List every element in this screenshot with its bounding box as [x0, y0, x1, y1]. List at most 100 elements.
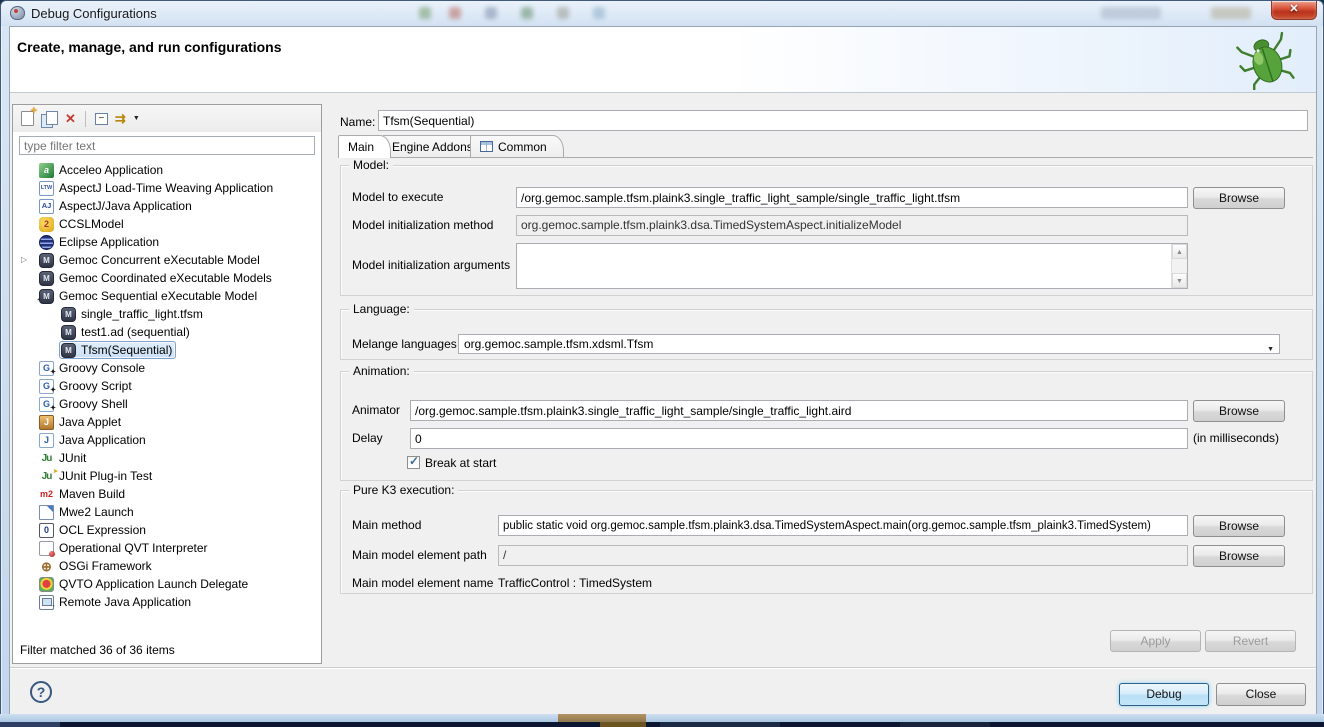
- break-at-start-checkbox[interactable]: ✓: [407, 456, 420, 469]
- debug-bug-image: [1234, 30, 1298, 90]
- model-to-execute-label: Model to execute: [352, 190, 443, 204]
- tree-item-label: Gemoc Sequential eXecutable Model: [59, 287, 257, 305]
- config-tree: a Acceleo Application LTW AspectJ Load-T…: [13, 161, 321, 613]
- help-button[interactable]: ?: [30, 681, 52, 703]
- model-to-execute-input[interactable]: [516, 187, 1188, 208]
- tree-item[interactable]: M test1.ad (sequential): [13, 323, 321, 341]
- model-browse-button[interactable]: Browse: [1193, 187, 1285, 209]
- pure-k3-group: Pure K3 execution: Main method Browse Ma…: [340, 490, 1313, 594]
- tab-common[interactable]: Common: [470, 135, 564, 157]
- dialog-footer: ? Debug Close: [10, 667, 1316, 715]
- menu-dropdown-icon[interactable]: ▼: [133, 111, 140, 127]
- blurred-taskbar-item: [558, 714, 646, 722]
- model-group: Model: Model to execute Browse Model ini…: [340, 165, 1313, 296]
- revert-button[interactable]: Revert: [1205, 630, 1296, 652]
- tree-item-label: AspectJ Load-Time Weaving Application: [59, 179, 273, 197]
- delete-configuration-icon[interactable]: ✕: [65, 111, 76, 127]
- tree-item[interactable]: M Gemoc Coordinated eXecutable Models: [13, 269, 321, 287]
- tree-item-label: OSGi Framework: [59, 557, 152, 575]
- break-at-start-label: Break at start: [425, 456, 496, 470]
- delay-label: Delay: [352, 431, 383, 445]
- window-titlebar[interactable]: Debug Configurations ✕: [1, 1, 1323, 26]
- tree-item-label: Operational QVT Interpreter: [59, 539, 208, 557]
- tree-item[interactable]: J Java Application: [13, 431, 321, 449]
- debug-button[interactable]: Debug: [1119, 683, 1209, 706]
- mwe2-launch-icon: [39, 505, 54, 520]
- args-scrollbar[interactable]: ▲ ▼: [1171, 244, 1187, 288]
- gemoc-icon: M: [61, 307, 76, 322]
- close-button[interactable]: Close: [1216, 683, 1306, 706]
- gemoc-icon: M: [39, 253, 54, 268]
- tree-item-label: AspectJ/Java Application: [59, 197, 192, 215]
- tree-item[interactable]: ◢ M Gemoc Sequential eXecutable Model: [13, 287, 321, 305]
- tree-item[interactable]: Ju JUnit: [13, 449, 321, 467]
- filter-input[interactable]: [19, 136, 315, 155]
- main-method-browse-button[interactable]: Browse: [1193, 515, 1285, 537]
- animation-group-title: Animation:: [349, 364, 414, 378]
- tree-item[interactable]: M Tfsm(Sequential): [13, 341, 321, 359]
- window-close-button[interactable]: ✕: [1271, 1, 1317, 20]
- tree-item[interactable]: AJ AspectJ/Java Application: [13, 197, 321, 215]
- tree-item[interactable]: Mwe2 Launch: [13, 503, 321, 521]
- tree-item-label: OCL Expression: [59, 521, 146, 539]
- aspectj-java-icon: AJ: [39, 199, 54, 214]
- tree-item[interactable]: 2 CCSLModel: [13, 215, 321, 233]
- blurred-background-icon: [1211, 7, 1251, 19]
- main-model-element-path-field: /: [498, 545, 1188, 566]
- tree-item-label: test1.ad (sequential): [81, 323, 190, 341]
- scrollbar-down-icon[interactable]: ▼: [1172, 273, 1187, 288]
- ocl-expression-icon: 0: [39, 523, 54, 538]
- model-init-args-textarea[interactable]: ▲ ▼: [516, 243, 1188, 289]
- tree-item[interactable]: 0 OCL Expression: [13, 521, 321, 539]
- delay-input[interactable]: [410, 428, 1188, 449]
- tree-expander-icon[interactable]: ▷: [21, 251, 35, 269]
- duplicate-configuration-icon[interactable]: [41, 111, 58, 127]
- tree-item-label: JUnit Plug-in Test: [59, 467, 152, 485]
- main-method-label: Main method: [352, 518, 421, 532]
- junit-plugin-test-icon: Ju: [39, 469, 54, 484]
- model-init-method-field: org.gemoc.sample.tfsm.plaink3.dsa.TimedS…: [516, 215, 1188, 236]
- main-method-input[interactable]: [498, 515, 1188, 536]
- java-applet-icon: J: [39, 415, 54, 430]
- tree-item[interactable]: Ju JUnit Plug-in Test: [13, 467, 321, 485]
- tab-main[interactable]: Main: [338, 135, 391, 158]
- animator-browse-button[interactable]: Browse: [1193, 400, 1285, 422]
- filter-configurations-icon[interactable]: ⇉: [115, 111, 126, 127]
- eclipse-icon: [39, 235, 54, 250]
- apply-button[interactable]: Apply: [1110, 630, 1201, 652]
- common-tab-icon: [480, 141, 493, 152]
- melange-languages-combobox[interactable]: org.gemoc.sample.tfsm.xdsml.Tfsm ▼: [458, 334, 1280, 354]
- tree-item[interactable]: LTW AspectJ Load-Time Weaving Applicatio…: [13, 179, 321, 197]
- scrollbar-up-icon[interactable]: ▲: [1172, 244, 1187, 259]
- tree-item[interactable]: m2 Maven Build: [13, 485, 321, 503]
- tree-item-label: Java Application: [59, 431, 146, 449]
- gemoc-icon: M: [61, 325, 76, 340]
- tree-item[interactable]: G Groovy Script: [13, 377, 321, 395]
- dialog-bug-icon: [10, 6, 25, 20]
- tree-item[interactable]: Operational QVT Interpreter: [13, 539, 321, 557]
- element-path-browse-button[interactable]: Browse: [1193, 545, 1285, 567]
- blurred-background-icon: [485, 7, 497, 19]
- animator-input[interactable]: [410, 400, 1188, 421]
- tree-item[interactable]: Eclipse Application: [13, 233, 321, 251]
- tree-item[interactable]: J Java Applet: [13, 413, 321, 431]
- ccsl-model-icon: 2: [39, 217, 54, 232]
- tree-item[interactable]: G Groovy Shell: [13, 395, 321, 413]
- tree-item[interactable]: ⊕ OSGi Framework: [13, 557, 321, 575]
- tree-item[interactable]: QVTO Application Launch Delegate: [13, 575, 321, 593]
- combo-arrow-icon: ▼: [1267, 341, 1274, 354]
- tree-item[interactable]: a Acceleo Application: [13, 161, 321, 179]
- tree-item[interactable]: Remote Java Application: [13, 593, 321, 611]
- blurred-background-icon: [419, 7, 431, 19]
- groovy-script-icon: G: [39, 379, 54, 394]
- tree-item[interactable]: ▷ M Gemoc Concurrent eXecutable Model: [13, 251, 321, 269]
- taskbar-strip: [0, 722, 1324, 727]
- tree-item[interactable]: G Groovy Console: [13, 359, 321, 377]
- name-input[interactable]: [378, 110, 1308, 131]
- tree-item-label: Gemoc Coordinated eXecutable Models: [59, 269, 272, 287]
- collapse-all-icon[interactable]: −: [95, 113, 108, 125]
- tree-item-label: Eclipse Application: [59, 233, 159, 251]
- new-launch-configuration-icon[interactable]: [21, 111, 34, 126]
- tree-item-label: Groovy Shell: [59, 395, 128, 413]
- tree-item[interactable]: M single_traffic_light.tfsm: [13, 305, 321, 323]
